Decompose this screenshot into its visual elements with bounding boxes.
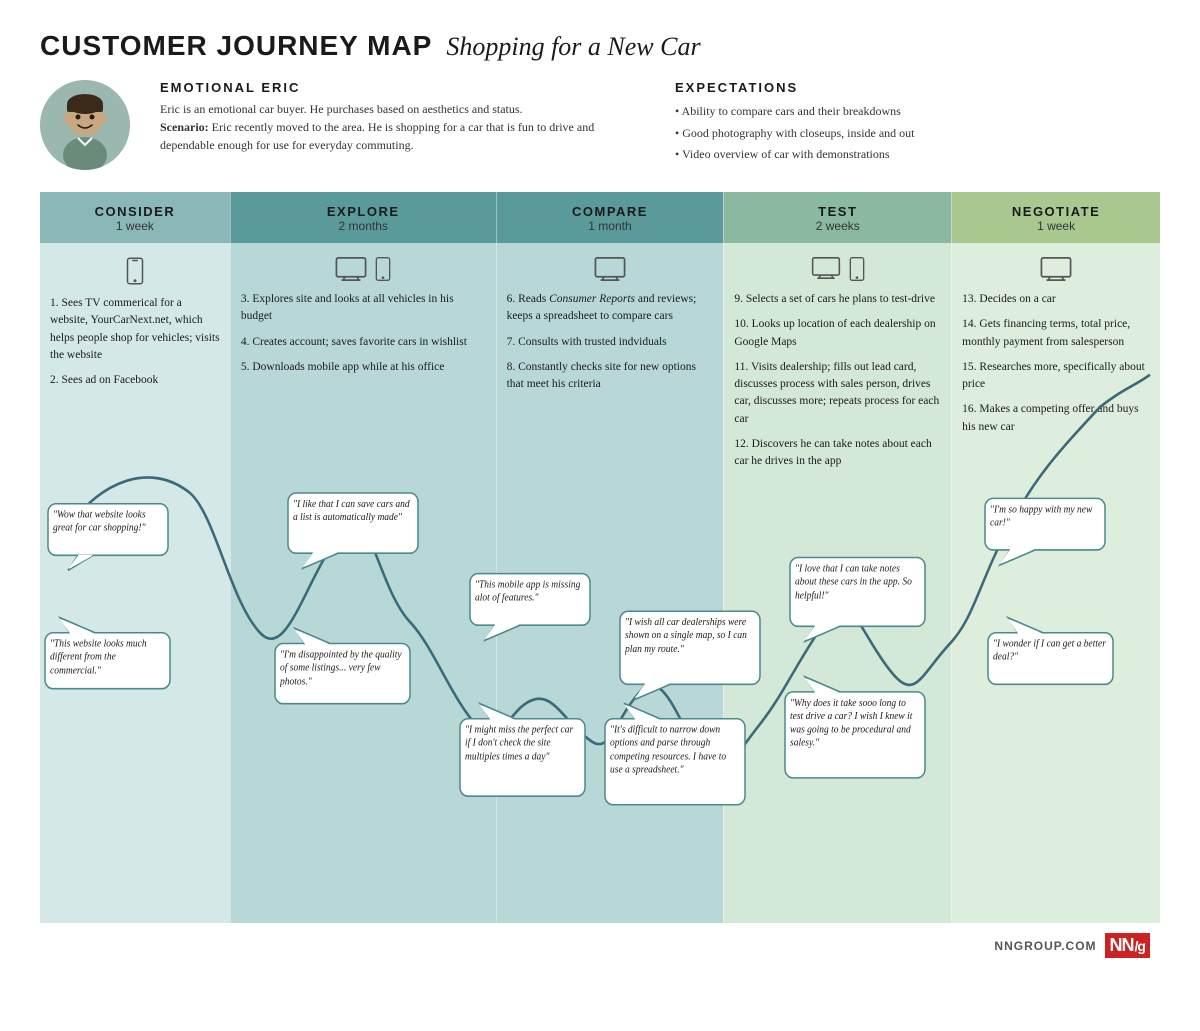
step-item: 14. Gets financing terms, total price, m… <box>962 316 1150 351</box>
step-item: 12. Discovers he can take notes about ea… <box>734 436 941 471</box>
title-row: CUSTOMER JOURNEY MAP Shopping for a New … <box>40 30 1160 62</box>
phase-body-explore: 3. Explores site and looks at all vehicl… <box>230 243 496 923</box>
phase-body-consider: 1. Sees TV commerical for a website, You… <box>40 243 230 923</box>
journey-grid: CONSIDER 1 week 1. Sees TV commerical fo… <box>40 192 1160 923</box>
steps-explore: 3. Explores site and looks at all vehicl… <box>241 291 486 376</box>
expectations-title: EXPECTATIONS <box>675 80 1160 95</box>
expectations-list: Ability to compare cars and their breakd… <box>675 101 1160 166</box>
mobile-icon <box>375 257 391 281</box>
step-item: 11. Visits dealership; fills out lead ca… <box>734 359 941 428</box>
persona-desc: Eric is an emotional car buyer. He purch… <box>160 100 645 154</box>
desktop-icon <box>1040 257 1072 281</box>
device-icons-negotiate <box>962 257 1150 281</box>
brand-label: NNGROUP.COM <box>994 939 1096 953</box>
expectation-item: Ability to compare cars and their breakd… <box>675 101 1160 123</box>
step-item: 13. Decides on a car <box>962 291 1150 308</box>
phase-consider: CONSIDER 1 week 1. Sees TV commerical fo… <box>40 192 230 923</box>
steps-test: 9. Selects a set of cars he plans to tes… <box>734 291 941 470</box>
journey-map: CONSIDER 1 week 1. Sees TV commerical fo… <box>40 192 1160 923</box>
persona-name: EMOTIONAL ERIC <box>160 80 645 95</box>
desktop-icon <box>335 257 367 281</box>
phase-header-negotiate: NEGOTIATE 1 week <box>951 192 1160 243</box>
phase-body-compare: 6. Reads Consumer Reports and reviews; k… <box>496 243 724 923</box>
phase-body-negotiate: 13. Decides on a car 14. Gets financing … <box>951 243 1160 923</box>
phase-body-test: 9. Selects a set of cars he plans to tes… <box>723 243 951 923</box>
subtitle: Shopping for a New Car <box>446 32 700 61</box>
device-icons-consider <box>50 257 220 285</box>
step-item: 8. Constantly checks site for new option… <box>507 359 714 394</box>
avatar <box>40 80 130 170</box>
step-item: 7. Consults with trusted indviduals <box>507 334 714 351</box>
device-icons-explore <box>241 257 486 281</box>
main-title: CUSTOMER JOURNEY MAP <box>40 30 432 61</box>
steps-negotiate: 13. Decides on a car 14. Gets financing … <box>962 291 1150 436</box>
steps-compare: 6. Reads Consumer Reports and reviews; k… <box>507 291 714 393</box>
desktop-icon <box>811 257 841 279</box>
mobile-icon <box>126 257 144 285</box>
steps-consider: 1. Sees TV commerical for a website, You… <box>50 295 220 389</box>
page: CUSTOMER JOURNEY MAP Shopping for a New … <box>0 0 1200 1031</box>
phase-compare: COMPARE 1 month 6. Reads Consumer Report… <box>496 192 724 923</box>
nn-logo: NN/g <box>1105 933 1150 958</box>
expectation-item: Good photography with closeups, inside a… <box>675 123 1160 145</box>
phase-header-test: TEST 2 weeks <box>723 192 951 243</box>
step-item: 4. Creates account; saves favorite cars … <box>241 334 486 351</box>
device-icons-compare <box>507 257 714 281</box>
step-item: 5. Downloads mobile app while at his off… <box>241 359 486 376</box>
phase-header-compare: COMPARE 1 month <box>496 192 724 243</box>
step-item: 16. Makes a competing offer and buys his… <box>962 401 1150 436</box>
desktop-icon <box>594 257 626 281</box>
step-item: 9. Selects a set of cars he plans to tes… <box>734 291 941 308</box>
phase-negotiate: NEGOTIATE 1 week 13. Decides on a car <box>951 192 1160 923</box>
mobile-icon <box>849 257 865 281</box>
step-item: 2. Sees ad on Facebook <box>50 372 220 389</box>
device-icons-test <box>734 257 941 281</box>
step-item: 1. Sees TV commerical for a website, You… <box>50 295 220 364</box>
header-section: EMOTIONAL ERIC Eric is an emotional car … <box>40 80 1160 170</box>
step-item: 3. Explores site and looks at all vehicl… <box>241 291 486 326</box>
phase-test: TEST 2 weeks <box>723 192 951 923</box>
expectations-section: EXPECTATIONS Ability to compare cars and… <box>675 80 1160 170</box>
footer: NNGROUP.COM NN/g <box>40 933 1160 958</box>
phase-explore: EXPLORE 2 months <box>230 192 496 923</box>
step-item: 6. Reads Consumer Reports and reviews; k… <box>507 291 714 326</box>
phase-header-explore: EXPLORE 2 months <box>230 192 496 243</box>
expectation-item: Video overview of car with demonstration… <box>675 144 1160 166</box>
persona-info: EMOTIONAL ERIC Eric is an emotional car … <box>160 80 645 170</box>
phase-header-consider: CONSIDER 1 week <box>40 192 230 243</box>
step-item: 10. Looks up location of each dealership… <box>734 316 941 351</box>
step-item: 15. Researches more, specifically about … <box>962 359 1150 394</box>
